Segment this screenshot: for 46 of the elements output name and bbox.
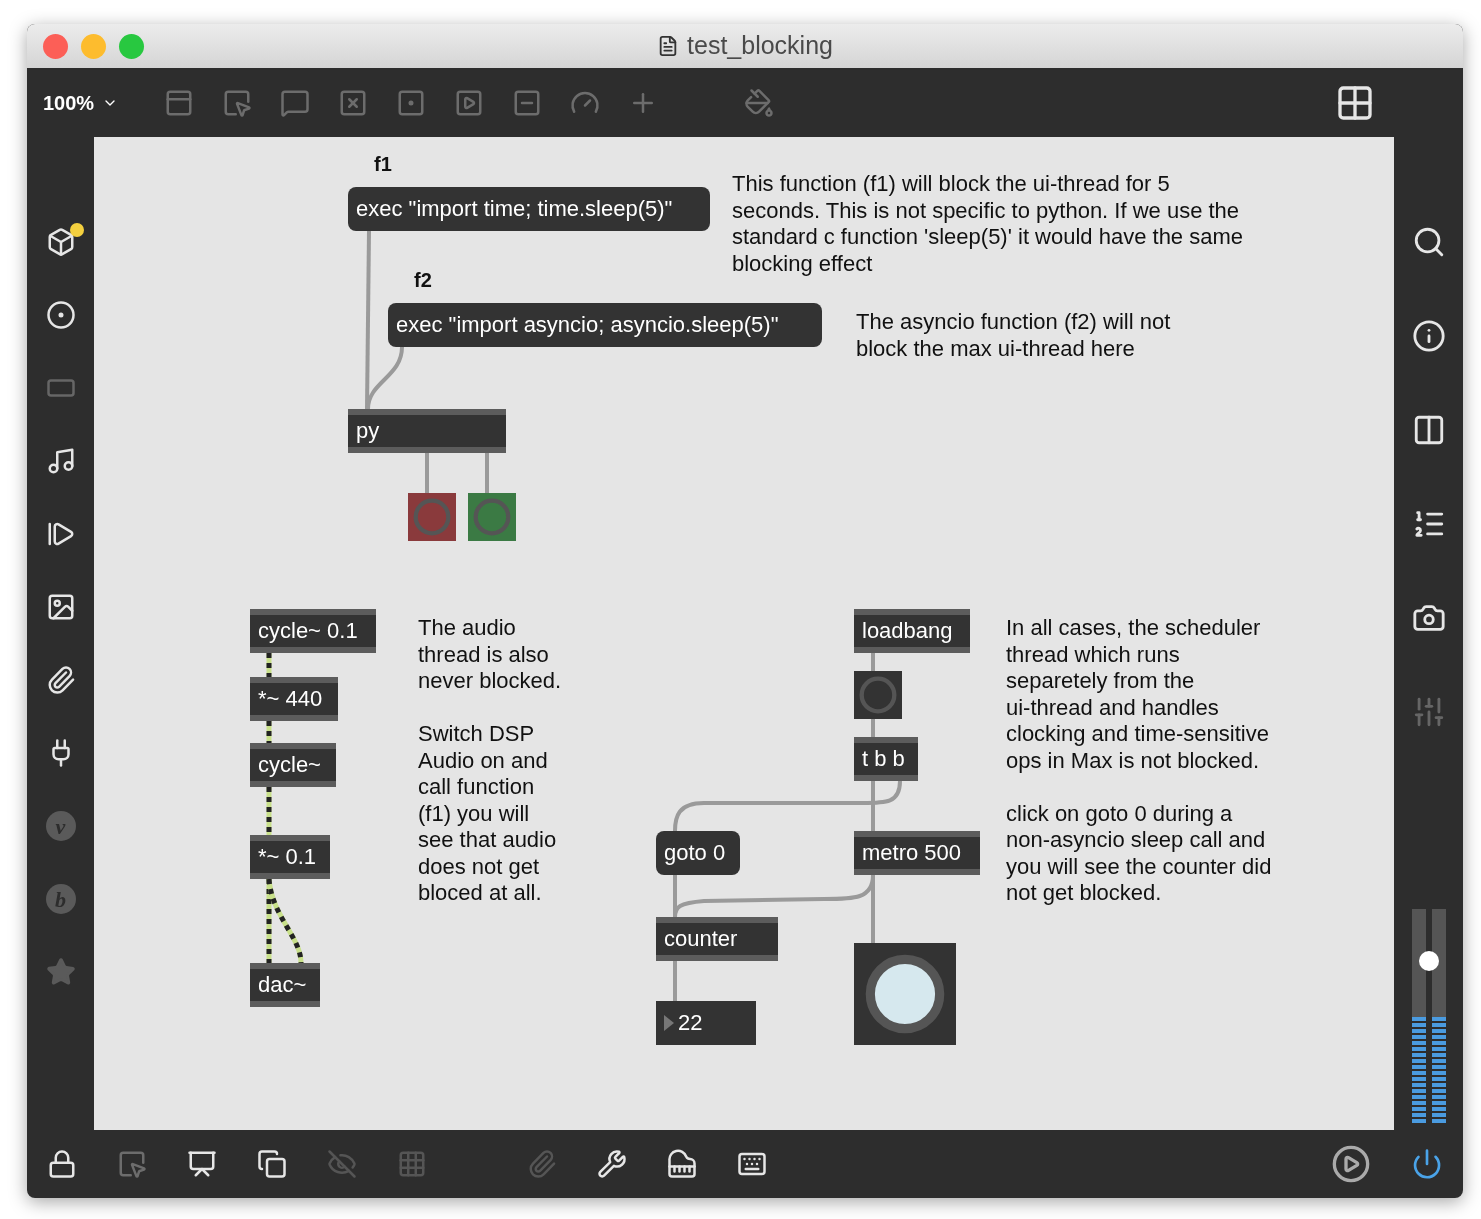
message-box[interactable]: goto 0 xyxy=(656,831,740,875)
window-title: test_blocking xyxy=(687,30,833,62)
music-note-icon[interactable] xyxy=(45,446,76,476)
power-icon[interactable] xyxy=(1411,1148,1443,1180)
info-icon[interactable] xyxy=(1411,319,1446,353)
target-icon[interactable] xyxy=(45,300,76,330)
piano-icon[interactable] xyxy=(667,1149,697,1179)
play-icon[interactable] xyxy=(1331,1144,1371,1184)
object-box[interactable]: t b b xyxy=(854,737,918,781)
windows-icon[interactable] xyxy=(257,1149,287,1179)
signal-cord xyxy=(266,787,272,835)
wrench-icon[interactable] xyxy=(597,1149,627,1179)
patch-cord xyxy=(871,719,875,737)
object-box[interactable]: cycle~ xyxy=(250,743,336,787)
presentation-icon[interactable] xyxy=(187,1149,217,1179)
patch-cord xyxy=(673,961,677,1001)
signal-cord xyxy=(266,721,272,743)
patch-cord xyxy=(871,653,875,671)
object-box[interactable]: metro 500 xyxy=(854,831,980,875)
zoom-dropdown[interactable]: 100% xyxy=(43,87,119,118)
object-box[interactable]: dac~ xyxy=(250,963,320,1007)
object-label: f2 xyxy=(414,268,432,293)
object-box[interactable]: py xyxy=(348,409,506,453)
comment-text: The audio thread is also never blocked. Switch DSP Audio on and call function (f1) you will see that audio does not get bloced at all. xyxy=(418,615,562,907)
object-box[interactable]: *~ 0.1 xyxy=(250,835,330,879)
object-box[interactable]: loadbang xyxy=(854,609,970,653)
comment-text: In all cases, the scheduler thread which runs separetely from the ui-thread and handles clocking and time-sensitive ops in Max is not blocked. click on goto 0 during a non-asyncio sleep call and you will see the counter did not get blocked. xyxy=(1006,615,1272,907)
number-box[interactable]: 22 xyxy=(656,1001,756,1045)
patch-cord xyxy=(485,453,489,493)
object-box[interactable]: *~ 440 xyxy=(250,677,338,721)
lock-icon[interactable] xyxy=(47,1149,77,1179)
paperclip-icon[interactable] xyxy=(527,1149,557,1179)
object-box[interactable]: cycle~ 0.1 xyxy=(250,609,376,653)
star-icon[interactable] xyxy=(45,957,76,987)
number-value: 22 xyxy=(678,1012,703,1034)
paint-bucket-icon[interactable] xyxy=(744,87,775,118)
comment-text: The asyncio function (f2) will not block the max ui-thread here xyxy=(856,309,1171,362)
patch-cord xyxy=(425,453,429,493)
object-label: f1 xyxy=(374,152,392,177)
triangle-icon xyxy=(664,1013,674,1033)
object-box[interactable]: counter xyxy=(656,917,778,961)
message-box[interactable]: exec "import time; time.sleep(5)" xyxy=(348,187,710,231)
comment-text: This function (f1) will block the ui-thread for 5 seconds. This is not specific to python. If we use the standard c function 'sleep(5)' it would have the same blocking effect xyxy=(732,171,1244,277)
bang-button[interactable] xyxy=(854,943,956,1045)
cursor-icon[interactable] xyxy=(117,1149,147,1179)
message-box[interactable]: exec "import asyncio; asyncio.sleep(5)" xyxy=(388,303,822,347)
